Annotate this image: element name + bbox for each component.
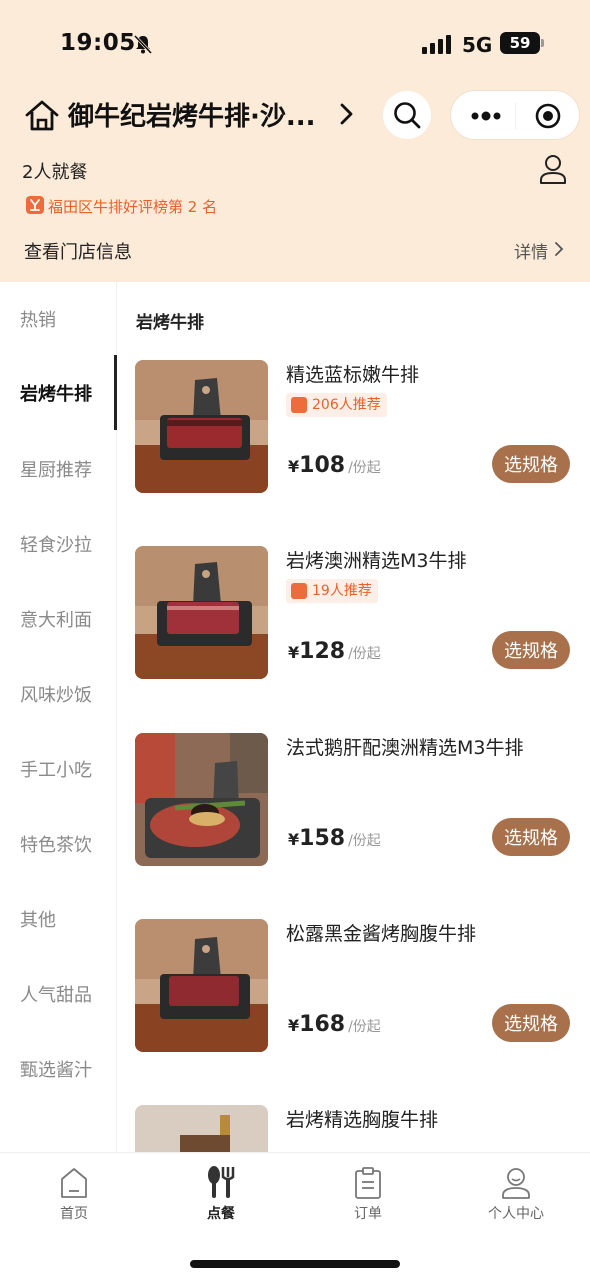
product-image[interactable] <box>135 360 268 493</box>
product-card[interactable]: 岩烤澳洲精选M3牛排 19人推荐 ¥128/份起 选规格 <box>135 546 575 681</box>
currency-symbol: ¥ <box>288 1016 300 1035</box>
status-bar: 19:05 5G 59 <box>0 0 590 88</box>
tab-home[interactable]: 首页 <box>34 1163 114 1223</box>
price-value: 168 <box>299 1012 346 1037</box>
product-image[interactable] <box>135 733 268 866</box>
sidebar-item-sauces[interactable]: 甄选酱汁 <box>20 1056 92 1082</box>
sidebar-item-drinks[interactable]: 特色茶饮 <box>20 831 92 857</box>
recommend-badge: 19人推荐 <box>286 579 378 603</box>
home-icon[interactable] <box>24 98 60 132</box>
profile-icon <box>502 1168 530 1199</box>
tab-profile[interactable]: 个人中心 <box>476 1163 556 1223</box>
sidebar-item-steak[interactable]: 岩烤牛排 <box>20 380 92 406</box>
price-unit: /份起 <box>348 1019 381 1035</box>
select-spec-button[interactable]: 选规格 <box>492 818 570 856</box>
product-card[interactable]: 松露黑金酱烤胸腹牛排 ¥168/份起 选规格 <box>135 919 575 1054</box>
product-name: 岩烤精选胸腹牛排 <box>286 1109 439 1131</box>
battery-icon: 59 <box>500 32 544 54</box>
category-sidebar <box>0 282 117 1152</box>
chevron-right-icon <box>555 242 564 256</box>
section-title: 岩烤牛排 <box>136 313 204 333</box>
home-icon <box>61 1168 87 1198</box>
sidebar-item-chef-recommend[interactable]: 星厨推荐 <box>20 456 92 482</box>
signal-icon <box>422 35 451 54</box>
tab-order-food[interactable]: 点餐 <box>181 1163 261 1223</box>
ranking-text[interactable]: 福田区牛排好评榜第 2 名 <box>48 196 217 217</box>
price-value: 128 <box>299 639 346 664</box>
product-card[interactable]: 精选蓝标嫩牛排 206人推荐 ¥108/份起 选规格 <box>135 360 575 495</box>
product-image[interactable] <box>135 919 268 1052</box>
tab-orders[interactable]: 订单 <box>328 1163 408 1223</box>
home-indicator[interactable] <box>190 1260 400 1268</box>
recommend-icon <box>291 397 307 413</box>
currency-symbol: ¥ <box>288 643 300 662</box>
product-price: ¥168/份起 <box>288 1012 381 1037</box>
sidebar-item-snacks[interactable]: 手工小吃 <box>20 756 92 782</box>
order-icon <box>355 1167 381 1199</box>
sidebar-active-indicator <box>114 355 117 430</box>
select-spec-button[interactable]: 选规格 <box>492 1004 570 1042</box>
details-link[interactable]: 详情 <box>514 238 548 263</box>
select-spec-button[interactable]: 选规格 <box>492 631 570 669</box>
product-image[interactable] <box>135 546 268 679</box>
search-icon <box>394 102 421 129</box>
product-card[interactable]: 法式鹅肝配澳洲精选M3牛排 ¥158/份起 选规格 <box>135 733 575 868</box>
price-unit: /份起 <box>348 646 381 662</box>
store-info-link[interactable]: 查看门店信息 <box>24 238 132 264</box>
diners-count[interactable]: 2人就餐 <box>22 158 87 184</box>
network-type: 5G <box>462 33 493 57</box>
select-spec-button[interactable]: 选规格 <box>492 445 570 483</box>
sidebar-item-fried-rice[interactable]: 风味炒饭 <box>20 681 92 707</box>
chevron-right-icon[interactable] <box>338 101 356 127</box>
price-unit: /份起 <box>348 833 381 849</box>
product-image[interactable] <box>135 1105 268 1152</box>
product-name: 法式鹅肝配澳洲精选M3牛排 <box>286 737 524 759</box>
sidebar-item-salad[interactable]: 轻食沙拉 <box>20 531 92 557</box>
tab-label: 订单 <box>354 1206 382 1222</box>
store-title[interactable]: 御牛纪岩烤牛排·沙... <box>68 96 316 133</box>
recommend-icon <box>291 583 307 599</box>
search-button[interactable] <box>383 91 431 139</box>
product-name: 松露黑金酱烤胸腹牛排 <box>286 923 477 945</box>
price-unit: /份起 <box>348 460 381 476</box>
product-price: ¥108/份起 <box>288 453 381 478</box>
sidebar-item-desserts[interactable]: 人气甜品 <box>20 981 92 1007</box>
sidebar-item-hot[interactable]: 热销 <box>20 306 56 332</box>
recommend-count: 19人推荐 <box>312 583 372 599</box>
sidebar-item-other[interactable]: 其他 <box>20 906 56 932</box>
tab-label: 点餐 <box>207 1206 235 1222</box>
price-value: 158 <box>299 826 346 851</box>
product-price: ¥128/份起 <box>288 639 381 664</box>
recommend-count: 206人推荐 <box>312 397 381 413</box>
utensils-icon <box>208 1166 235 1198</box>
product-price: ¥158/份起 <box>288 826 381 851</box>
price-value: 108 <box>299 453 346 478</box>
tab-label: 首页 <box>60 1206 88 1222</box>
ranking-icon <box>26 196 44 214</box>
product-name: 岩烤澳洲精选M3牛排 <box>286 550 467 572</box>
sidebar-item-pasta[interactable]: 意大利面 <box>20 606 92 632</box>
tab-label: 个人中心 <box>488 1206 544 1222</box>
product-card[interactable]: 岩烤精选胸腹牛排 <box>135 1105 575 1152</box>
currency-symbol: ¥ <box>288 457 300 476</box>
mini-program-capsule <box>450 90 580 140</box>
product-name: 精选蓝标嫩牛排 <box>286 364 420 386</box>
status-time: 19:05 <box>60 30 136 56</box>
bell-muted-icon <box>133 34 153 55</box>
close-miniprogram-icon[interactable] <box>534 102 562 130</box>
recommend-badge: 206人推荐 <box>286 393 387 417</box>
capsule-divider <box>515 103 516 129</box>
user-icon[interactable] <box>538 153 568 185</box>
currency-symbol: ¥ <box>288 830 300 849</box>
more-icon[interactable] <box>471 106 501 126</box>
